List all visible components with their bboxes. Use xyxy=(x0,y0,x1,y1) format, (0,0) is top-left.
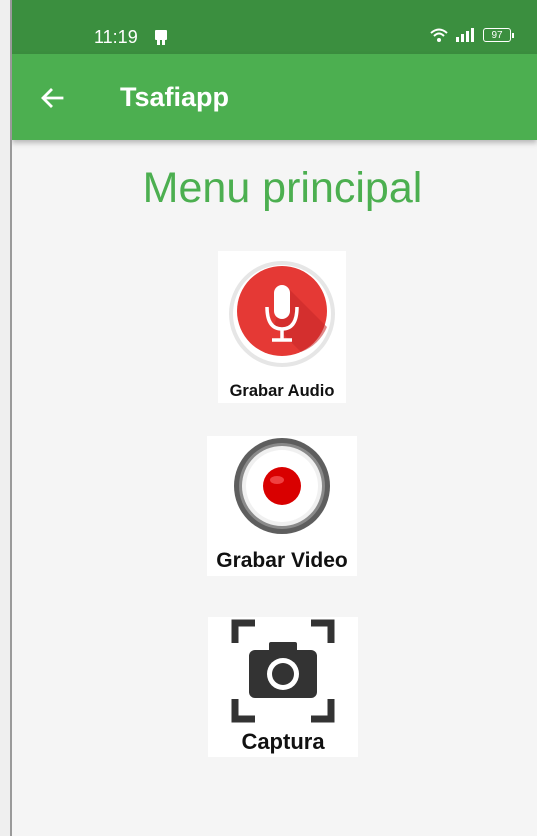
grabar-video-button[interactable]: Grabar Video xyxy=(207,436,357,576)
status-bar: 11:19 97 xyxy=(12,0,537,54)
sim-card-icon xyxy=(155,30,167,45)
battery-icon: 97 xyxy=(483,28,514,42)
grabar-video-label: Grabar Video xyxy=(216,549,348,572)
page-title: Menu principal xyxy=(142,164,423,212)
back-arrow-icon[interactable] xyxy=(36,81,70,115)
app-title: Tsafiapp xyxy=(120,82,230,112)
status-time: 11:19 xyxy=(94,27,138,47)
app-bar: Tsafiapp xyxy=(12,54,537,140)
camera-capture-icon xyxy=(231,619,335,723)
grabar-audio-label: Grabar Audio xyxy=(229,382,335,400)
window-left-border xyxy=(0,0,12,836)
grabar-audio-button[interactable]: Grabar Audio xyxy=(218,251,346,403)
wifi-icon xyxy=(430,28,448,42)
signal-icon xyxy=(456,28,474,42)
captura-label: Captura xyxy=(241,729,325,754)
battery-level: 97 xyxy=(491,30,503,41)
captura-button[interactable]: Captura xyxy=(208,617,358,757)
microphone-icon xyxy=(229,261,335,367)
status-indicators: 97 xyxy=(429,27,514,43)
record-icon xyxy=(234,438,330,534)
phone-screen: 11:19 97 Tsafiapp Menu principal Grabar … xyxy=(12,0,537,836)
